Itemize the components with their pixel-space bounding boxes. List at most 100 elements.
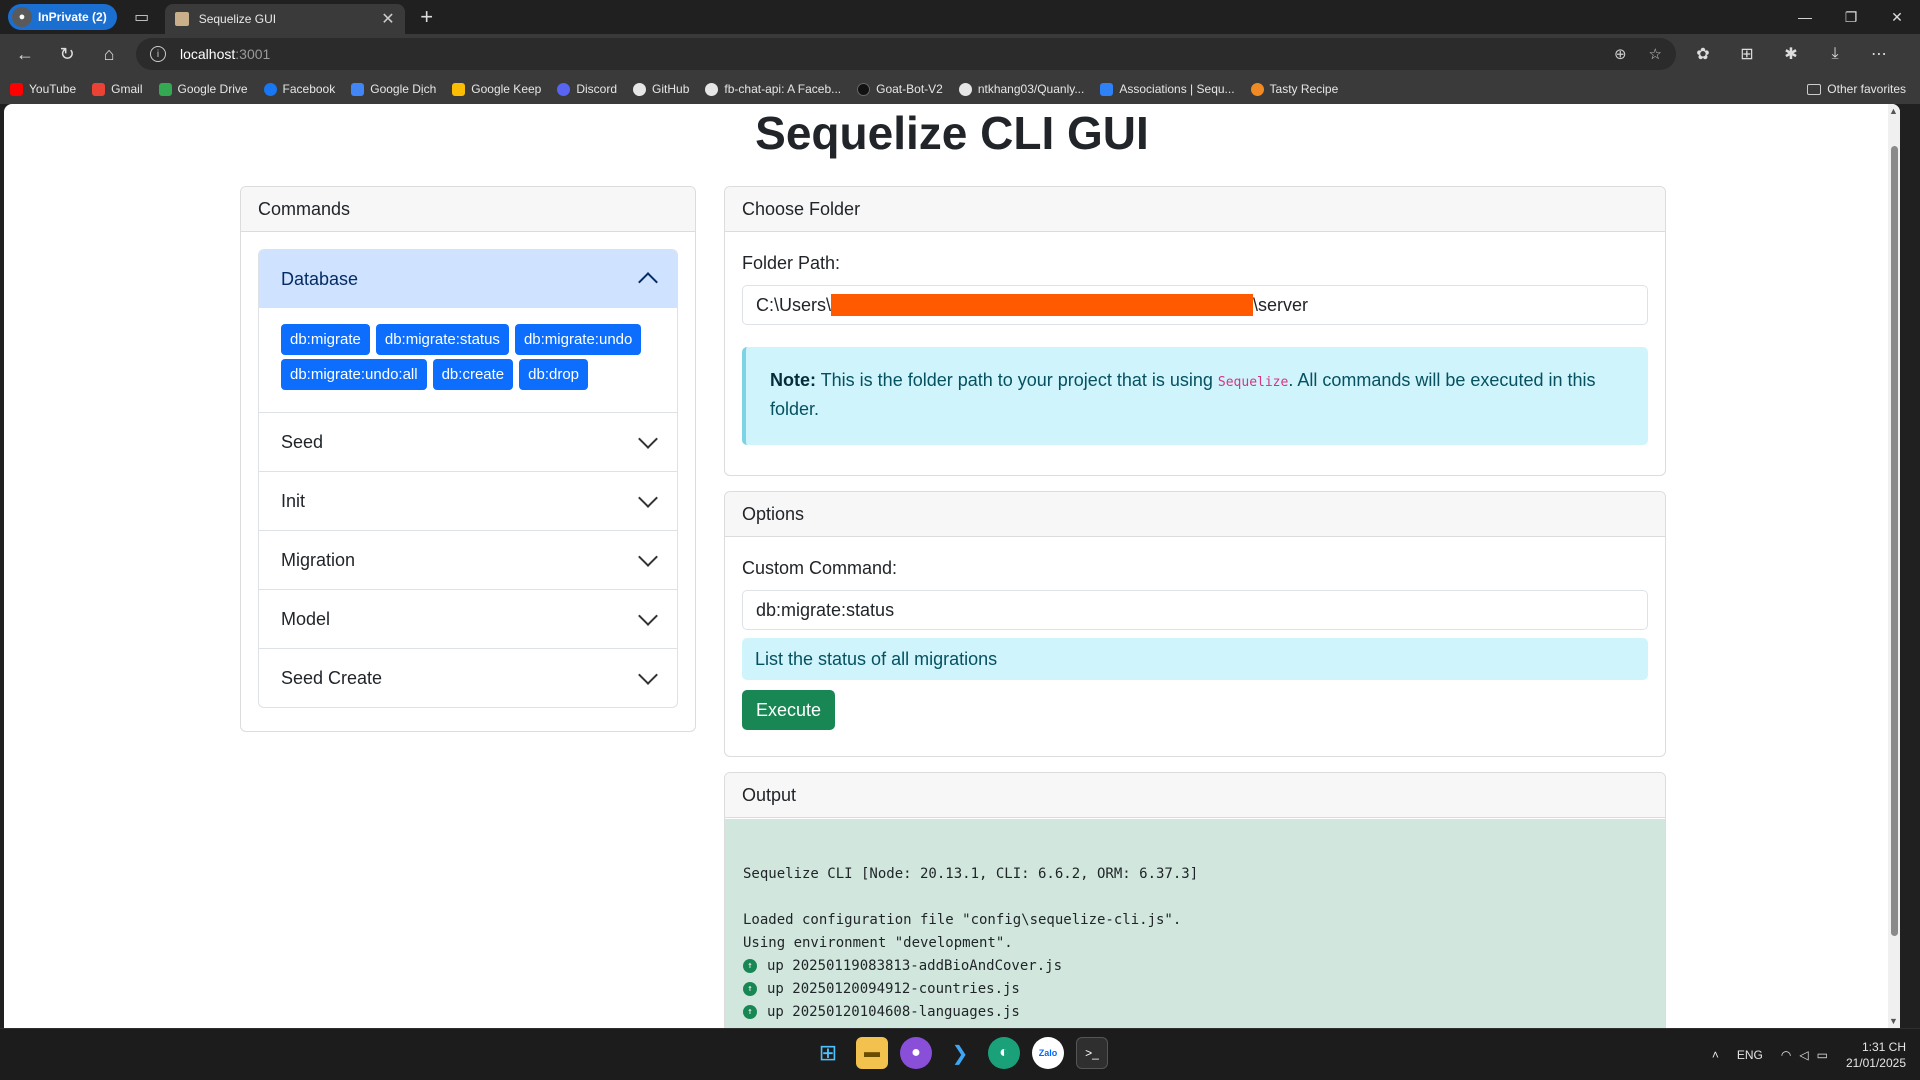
- page-scrollbar[interactable]: ▲ ▼: [1888, 104, 1900, 1028]
- vscode-icon[interactable]: ❯: [944, 1037, 976, 1069]
- accordion-header-init[interactable]: Init: [259, 472, 677, 530]
- bookmark-associations[interactable]: Associations | Sequ...: [1100, 82, 1235, 96]
- favorite-star-icon[interactable]: ☆: [1649, 45, 1662, 63]
- wifi-icon[interactable]: ◠: [1781, 1048, 1791, 1062]
- bookmark-tasty-recipe[interactable]: Tasty Recipe: [1250, 82, 1338, 96]
- bookmark-google-translate[interactable]: Google Dịch: [351, 82, 436, 96]
- tab-bar: ● InPrivate (2) ▭ Sequelize GUI ✕ + — ❐ …: [0, 0, 1920, 34]
- db-migrate-undo-button[interactable]: db:migrate:undo: [514, 324, 642, 355]
- folder-note: Note: This is the folder path to your pr…: [742, 347, 1648, 445]
- chevron-up-icon[interactable]: ˄: [1712, 1048, 1719, 1062]
- gmail-icon: [92, 82, 106, 96]
- start-icon[interactable]: ⊞: [812, 1037, 844, 1069]
- options-card: Options Custom Command: db:migrate:statu…: [724, 491, 1666, 757]
- back-icon[interactable]: ←: [8, 37, 42, 71]
- discord-icon: [557, 82, 571, 96]
- bookmark-goat-bot[interactable]: Goat-Bot-V2: [857, 82, 943, 96]
- home-icon[interactable]: ⌂: [92, 37, 126, 71]
- clock-date: 21/01/2025: [1845, 1056, 1906, 1070]
- taskbar-apps: ⊞ ▬ ● ❯ ◐ Zalo >_: [812, 1037, 1108, 1069]
- zalo-icon[interactable]: Zalo: [1032, 1037, 1064, 1069]
- accordion-header-database[interactable]: Database: [259, 250, 677, 308]
- accordion-model: Model: [259, 590, 677, 649]
- zoom-icon[interactable]: ⊕: [1614, 45, 1627, 63]
- clock[interactable]: 1:31 CH 21/01/2025: [1846, 1039, 1906, 1071]
- volume-icon[interactable]: ◁: [1799, 1048, 1808, 1062]
- github-desktop-icon[interactable]: ●: [900, 1037, 932, 1069]
- minimize-icon[interactable]: —: [1782, 0, 1828, 34]
- other-favorites[interactable]: Other favorites: [1807, 74, 1906, 104]
- output-line: Using environment "development".: [743, 935, 1013, 951]
- accordion-header-seed[interactable]: Seed: [259, 413, 677, 471]
- choose-folder-header: Choose Folder: [725, 187, 1665, 232]
- commands-header: Commands: [241, 187, 695, 232]
- output-console: Sequelize CLI [Node: 20.13.1, CLI: 6.6.2…: [725, 819, 1665, 1028]
- window-controls: — ❐ ✕: [1782, 0, 1920, 34]
- tab-favicon-icon: [174, 12, 189, 26]
- folder-icon: [1807, 83, 1822, 95]
- db-migrate-button[interactable]: db:migrate: [281, 324, 370, 355]
- accordion-header-seed-create[interactable]: Seed Create: [259, 649, 677, 707]
- address-bar[interactable]: i localhost:3001 ⊕ ☆: [136, 38, 1676, 70]
- site-info-icon[interactable]: i: [150, 46, 166, 62]
- navigation-bar: ← ↻ ⌂ i localhost:3001 ⊕ ☆ ✿ ⊞ ✱ ⤓ ⋯: [0, 34, 1920, 74]
- chevron-down-icon: [638, 665, 658, 685]
- chevron-down-icon: [638, 547, 658, 567]
- extensions-icon[interactable]: ✱: [1774, 37, 1808, 71]
- bookmark-fb-chat-api[interactable]: fb-chat-api: A Faceb...: [705, 82, 841, 96]
- google-keep-icon: [452, 82, 466, 96]
- clock-time: 1:31 CH: [1861, 1040, 1906, 1054]
- google-drive-icon: [158, 82, 172, 96]
- edge-icon[interactable]: ◐: [988, 1037, 1020, 1069]
- bookmark-google-drive[interactable]: Google Drive: [158, 82, 248, 96]
- sequelize-code: Sequelize: [1217, 375, 1289, 390]
- scrollbar-thumb[interactable]: [1891, 146, 1898, 936]
- tab-sequelize-gui[interactable]: Sequelize GUI ✕: [164, 4, 405, 34]
- bookmark-facebook[interactable]: Facebook: [263, 82, 335, 96]
- recipe-icon: [1250, 82, 1264, 96]
- db-migrate-undo-all-button[interactable]: db:migrate:undo:all: [281, 359, 427, 390]
- bookmark-youtube[interactable]: YouTube: [10, 82, 76, 96]
- scroll-up-icon[interactable]: ▲: [1889, 106, 1898, 116]
- sequelize-icon: [1100, 82, 1114, 96]
- menu-icon[interactable]: ⋯: [1862, 37, 1896, 71]
- db-drop-button[interactable]: db:drop: [519, 359, 589, 390]
- new-tab-icon[interactable]: +: [413, 4, 441, 30]
- file-explorer-icon[interactable]: ▬: [856, 1037, 888, 1069]
- facebook-icon: [263, 82, 277, 96]
- custom-command-input[interactable]: db:migrate:status: [742, 590, 1648, 630]
- youtube-icon: [10, 82, 23, 96]
- arrow-up-icon: ↑: [743, 982, 757, 996]
- bookmark-gmail[interactable]: Gmail: [92, 82, 143, 96]
- terminal-icon[interactable]: >_: [1076, 1037, 1108, 1069]
- accordion-header-model[interactable]: Model: [259, 590, 677, 648]
- copilot-icon[interactable]: ✿: [1686, 37, 1720, 71]
- folder-path-input[interactable]: C:\Users\ \server: [742, 285, 1648, 325]
- inprivate-badge[interactable]: ● InPrivate (2): [8, 4, 117, 30]
- tab-close-icon[interactable]: ✕: [381, 9, 394, 29]
- bookmark-ntkhang[interactable]: ntkhang03/Quanly...: [958, 82, 1084, 96]
- restore-icon[interactable]: ❐: [1828, 0, 1874, 34]
- accordion-header-migration[interactable]: Migration: [259, 531, 677, 589]
- execute-button[interactable]: Execute: [742, 690, 836, 730]
- bookmark-discord[interactable]: Discord: [557, 82, 617, 96]
- bookmark-github[interactable]: GitHub: [633, 82, 689, 96]
- downloads-icon[interactable]: ⤓: [1818, 37, 1852, 71]
- scroll-down-icon[interactable]: ▼: [1889, 1016, 1898, 1026]
- tab-actions-icon[interactable]: ▭: [127, 2, 157, 32]
- translate-icon[interactable]: ⊞: [1730, 37, 1764, 71]
- arrow-up-icon: ↑: [743, 1005, 757, 1019]
- battery-icon[interactable]: ▭: [1817, 1048, 1828, 1062]
- accordion-migration: Migration: [259, 531, 677, 590]
- command-description: List the status of all migrations: [742, 638, 1648, 680]
- system-tray: ˄ ENG ◠ ◁ ▭ 1:31 CH 21/01/2025: [1712, 1029, 1906, 1080]
- output-card: Output Sequelize CLI [Node: 20.13.1, CLI…: [724, 772, 1666, 1028]
- window-close-icon[interactable]: ✕: [1874, 0, 1920, 34]
- db-migrate-status-button[interactable]: db:migrate:status: [375, 324, 509, 355]
- migration-row: ↑ up 20250120104608-languages.js: [743, 1001, 1647, 1024]
- bookmark-google-keep[interactable]: Google Keep: [452, 82, 541, 96]
- refresh-icon[interactable]: ↻: [50, 37, 84, 71]
- language-indicator[interactable]: ENG: [1737, 1048, 1763, 1062]
- db-create-button[interactable]: db:create: [432, 359, 514, 390]
- github-icon: [705, 82, 719, 96]
